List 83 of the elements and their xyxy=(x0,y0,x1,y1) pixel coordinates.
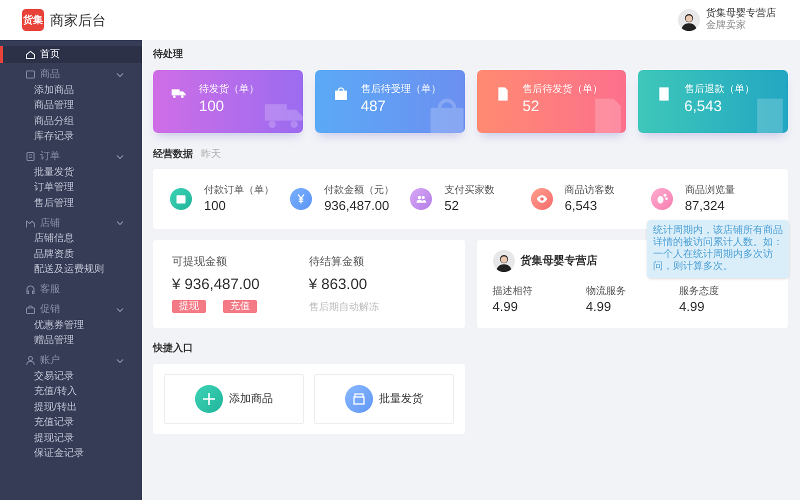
card-label: 售后退款（单） xyxy=(684,84,754,96)
card-value: 52 xyxy=(522,97,540,117)
shortcut-button[interactable]: 添加商品 xyxy=(164,374,304,424)
avatar xyxy=(678,9,700,31)
sidebar-subitem[interactable]: 添加商品 xyxy=(0,83,142,98)
stat-value: 52 xyxy=(444,196,460,214)
sidebar-item[interactable]: 店铺 xyxy=(0,214,142,232)
stat-value: 936,487.00 xyxy=(324,196,390,214)
sidebar-item[interactable]: 首页 xyxy=(0,46,142,63)
app-title: 商家后台 xyxy=(50,10,106,30)
balance-label: 可提现金额 xyxy=(172,254,228,270)
chevron-icon[interactable] xyxy=(116,70,124,78)
sidebar-subitem[interactable]: 优惠券管理 xyxy=(0,318,142,334)
rating-label: 服务态度 xyxy=(679,286,720,298)
sidebar-subitem[interactable]: 商品分组 xyxy=(0,114,142,130)
sidebar-subitem[interactable]: 批量发货 xyxy=(0,165,142,180)
store-name: 货集母婴专营店 xyxy=(520,254,598,269)
user-role: 金牌卖家 xyxy=(706,20,747,32)
section-title: 待处理 xyxy=(153,48,184,62)
stat-value: 6,543 xyxy=(564,196,598,214)
plus-icon xyxy=(202,392,216,406)
rating-value: 4.99 xyxy=(586,298,612,315)
sidebar-subitem[interactable]: 库存记录 xyxy=(0,130,142,145)
chevron-icon[interactable] xyxy=(116,356,124,364)
sidebar-subitem[interactable]: 商品管理 xyxy=(0,98,142,114)
rating-value: 4.99 xyxy=(492,298,519,315)
sidebar-subitem[interactable]: 提现/转出 xyxy=(0,400,142,416)
sidebar-subitem[interactable]: 配送及运费规则 xyxy=(0,262,142,278)
section-title: 经营数据 xyxy=(153,148,193,162)
sidebar-subitem[interactable]: 赠品管理 xyxy=(0,334,142,349)
bag-icon xyxy=(25,304,36,315)
box-icon xyxy=(352,392,366,406)
sidebar-item[interactable]: 客服 xyxy=(0,281,142,298)
headset-icon xyxy=(25,284,36,295)
sidebar-item[interactable]: 商品 xyxy=(0,66,142,83)
sidebar-subitem[interactable]: 售后管理 xyxy=(0,196,142,212)
shortcut-button[interactable]: 批量发货 xyxy=(314,374,454,424)
rating-label: 描述相符 xyxy=(492,286,534,298)
stat-label: 支付买家数 xyxy=(444,184,494,196)
stat-label: 商品访客数 xyxy=(564,184,615,196)
rating-value: 4.99 xyxy=(679,298,706,315)
sidebar-subitem[interactable]: 充值记录 xyxy=(0,416,142,431)
sidebar-subitem[interactable]: 交易记录 xyxy=(0,369,142,384)
stat-label: 商品浏览量 xyxy=(684,184,735,196)
sidebar-subitem[interactable]: 提现记录 xyxy=(0,431,142,446)
sidebar-item[interactable]: 订单 xyxy=(0,148,142,165)
card-label: 待发货（单） xyxy=(199,84,259,96)
sidebar-subitem[interactable]: 充值/转入 xyxy=(0,384,142,400)
home-icon xyxy=(25,49,36,60)
balance-value: ¥ 863.00 xyxy=(308,275,368,295)
card-value: 6,543 xyxy=(684,97,723,117)
chevron-icon[interactable] xyxy=(116,152,124,160)
card-value: 100 xyxy=(199,97,226,117)
tooltip-text: 统计周期内，该店铺所有商品详情的被访问累计人数。如：一个人在统计周期内多次访问，则计算多次。 xyxy=(653,225,783,272)
stat-value: 100 xyxy=(204,196,227,214)
person-icon xyxy=(25,355,36,366)
chevron-icon[interactable] xyxy=(116,219,124,227)
balance-note: 售后期自动解冻 xyxy=(308,301,380,314)
sidebar-subitem[interactable]: 保证金记录 xyxy=(0,446,142,462)
card-label: 售后待受理（单） xyxy=(360,84,441,96)
card-label: 售后待发货（单） xyxy=(522,84,602,96)
period-label: 昨天 xyxy=(201,148,221,162)
sidebar-item[interactable]: 账户 xyxy=(0,352,142,369)
chevron-icon[interactable] xyxy=(116,306,124,314)
stat-label: 付款订单（单） xyxy=(204,184,274,196)
sidebar-subitem[interactable]: 店铺信息 xyxy=(0,232,142,247)
balance-value: ¥ 936,487.00 xyxy=(172,275,261,295)
store-avatar xyxy=(492,250,514,272)
balance-label: 待结算金额 xyxy=(308,254,365,270)
stat-value: 87,324 xyxy=(684,196,726,214)
sidebar-subitem[interactable]: 品牌资质 xyxy=(0,247,142,262)
sidebar-subitem[interactable]: 订单管理 xyxy=(0,180,142,196)
logo: 货集 xyxy=(22,9,44,31)
square-icon xyxy=(25,69,36,80)
section-title: 快捷入口 xyxy=(153,342,194,356)
sidebar-item[interactable]: 促销 xyxy=(0,301,142,318)
card-value: 487 xyxy=(360,97,387,117)
document-icon xyxy=(25,151,36,162)
rating-label: 物流服务 xyxy=(586,286,627,298)
stat-card[interactable]: 待发货（单） 100 xyxy=(153,70,303,133)
user-name: 货集母婴专营店 xyxy=(706,8,776,20)
stat-label: 付款金额（元） xyxy=(324,184,394,196)
shopping-bag-icon xyxy=(332,86,349,102)
